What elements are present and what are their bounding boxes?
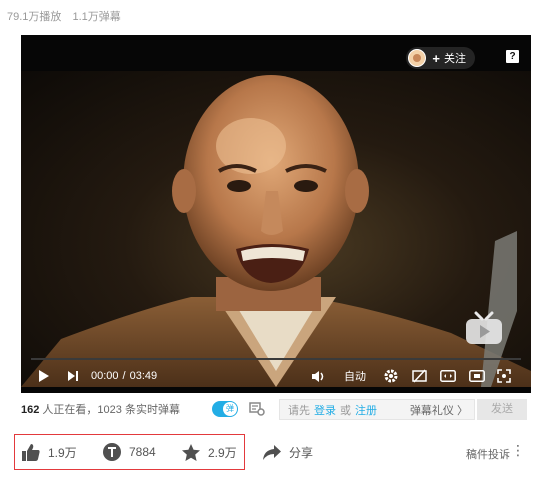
danmaku-etiquette-link[interactable]: 弹幕礼仪 〉 (410, 402, 468, 418)
register-link[interactable]: 注册 (355, 402, 377, 418)
realtime-danmaku-count: 1023 (97, 404, 122, 416)
share-icon (263, 444, 281, 460)
help-icon[interactable]: ? (506, 50, 519, 63)
viewer-info: 162 人正在看，1023 条实时弹幕 (21, 401, 180, 417)
control-bar: 00:00 / 03:49 自动 (21, 363, 531, 389)
time-separator: / (122, 370, 126, 382)
or-text: 或 (340, 404, 351, 417)
like-count: 1.9万 (48, 445, 77, 460)
danmaku-switch-glyph: 弹 (223, 402, 237, 416)
plus-icon: + (432, 50, 440, 66)
share-button[interactable]: 分享 (262, 441, 313, 463)
volume-icon[interactable] (311, 363, 325, 389)
quality-selector[interactable]: 自动 (344, 363, 366, 389)
like-button[interactable]: 1.9万 (21, 441, 77, 463)
realtime-danmaku-suffix: 条实时弹幕 (121, 404, 180, 416)
time-total: 03:49 (129, 370, 158, 382)
video-player[interactable]: + 关注 ? 00:00 / 03:49 自动 (21, 35, 531, 393)
thumbs-up-icon (22, 443, 40, 461)
danmaku-switch[interactable]: 弹 (212, 401, 238, 417)
send-button[interactable]: 发送 (477, 399, 527, 420)
viewer-suffix: 人正在看， (39, 404, 98, 416)
settings-gear-icon[interactable] (384, 363, 398, 389)
danmaku-toggle-icon[interactable] (412, 363, 427, 389)
follow-button[interactable]: + 关注 (406, 47, 475, 69)
play-count: 79.1万播放 (7, 11, 62, 23)
progress-bar[interactable] (31, 358, 521, 360)
login-link[interactable]: 登录 (314, 402, 336, 418)
widescreen-icon[interactable] (440, 363, 456, 389)
danmaku-bar: 162 人正在看，1023 条实时弹幕 弹 请先 登录 或 注册 弹幕礼仪 〉 … (21, 397, 531, 421)
report-link[interactable]: 稿件投诉 (466, 446, 510, 462)
coin-count: 7884 (129, 445, 156, 459)
viewer-count: 162 (21, 404, 40, 416)
coin-icon (103, 443, 121, 461)
danmaku-prompt: 请先 (288, 404, 310, 417)
danmaku-count: 1.1万弹幕 (72, 11, 121, 23)
coin-button[interactable]: 7884 (102, 441, 156, 463)
video-frame[interactable] (21, 71, 531, 387)
star-icon (182, 443, 200, 461)
follow-label: 关注 (444, 53, 466, 65)
danmaku-settings-icon[interactable] (249, 402, 265, 419)
video-stats: 79.1万播放 1.1万弹幕 (7, 8, 129, 24)
share-label: 分享 (289, 445, 314, 460)
time-display: 00:00 / 03:49 (91, 363, 157, 389)
danmaku-input[interactable]: 请先 登录 或 注册 弹幕礼仪 〉 (279, 399, 475, 420)
play-icon[interactable] (38, 363, 50, 389)
uploader-avatar (408, 49, 427, 67)
bilibili-tv-icon (465, 311, 503, 345)
favorite-count: 2.9万 (208, 445, 237, 460)
favorite-button[interactable]: 2.9万 (181, 441, 237, 463)
more-menu-icon[interactable]: ⋮ (511, 443, 525, 457)
next-icon[interactable] (67, 363, 79, 389)
fullscreen-icon[interactable] (497, 363, 511, 389)
web-fullscreen-icon[interactable] (469, 363, 485, 389)
time-current: 00:00 (91, 370, 119, 382)
